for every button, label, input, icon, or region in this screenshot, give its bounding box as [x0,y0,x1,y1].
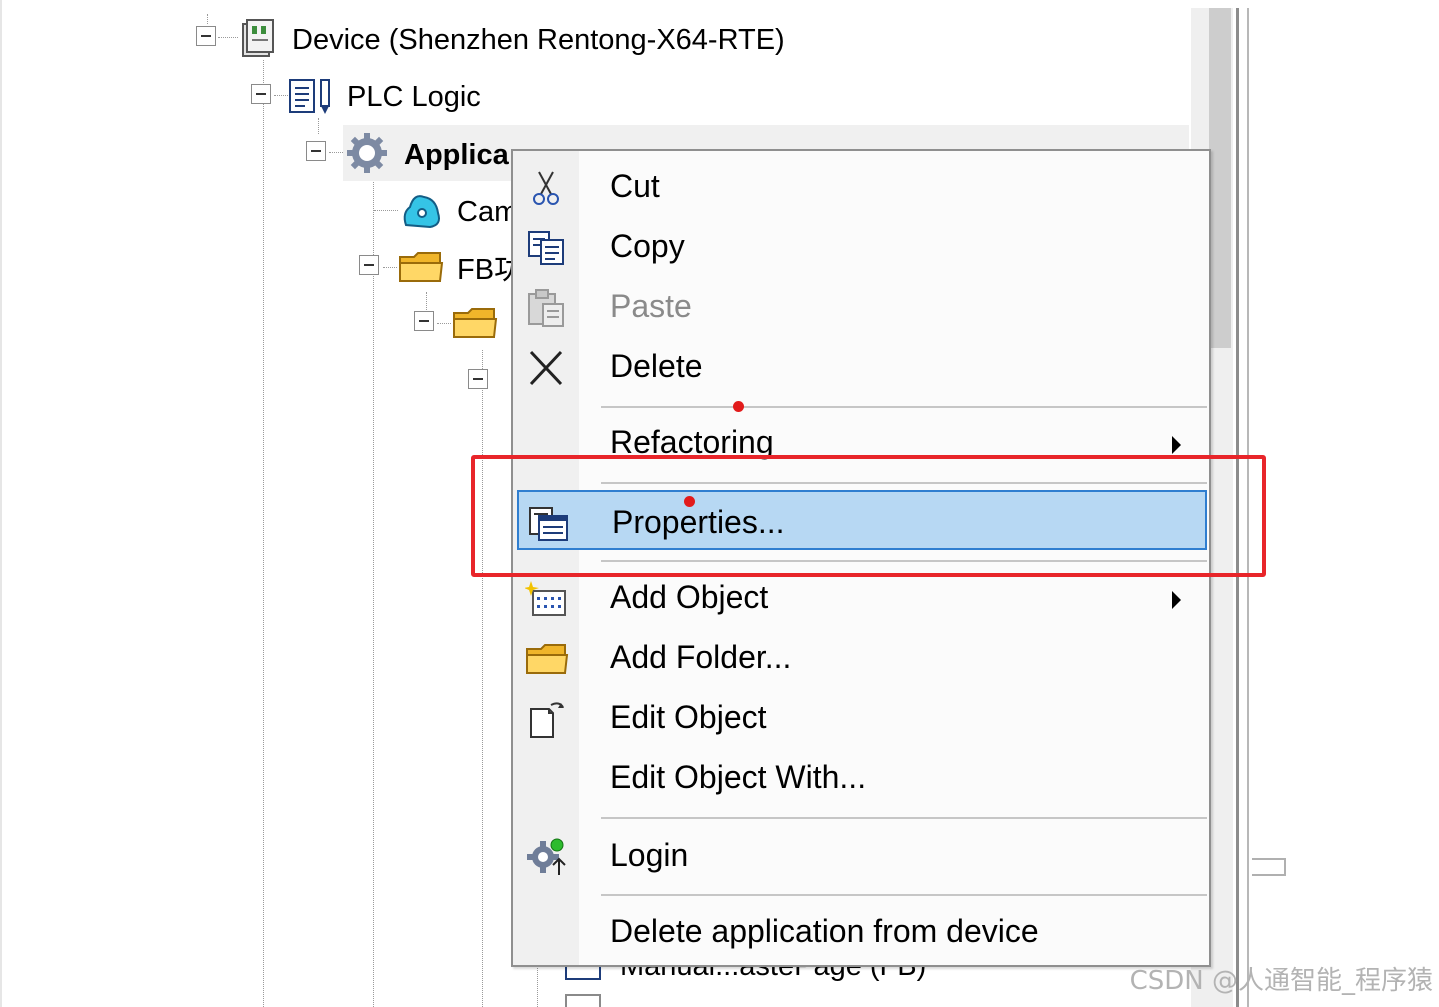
tree-line [274,95,288,96]
tree-node-plc-logic-label[interactable]: PLC Logic [347,79,481,115]
folder-icon [525,639,569,679]
submenu-arrow-icon [1172,436,1181,454]
login-icon [525,837,569,877]
add-object-icon [524,579,569,619]
collapse-toggle[interactable] [414,311,434,331]
cam-icon [400,189,444,231]
copy-icon [525,228,569,268]
menu-separator [601,817,1207,819]
menu-item-login[interactable]: Login [513,825,1209,885]
menu-item-label: Edit Object With... [610,759,867,795]
tree-node-device-label[interactable]: Device (Shenzhen Rentong-X64-RTE) [292,22,785,58]
scrollbar-thumb[interactable] [1209,8,1231,348]
collapse-toggle[interactable] [251,84,271,104]
scissors-icon [525,168,569,208]
collapse-toggle[interactable] [468,369,488,389]
menu-item-cut[interactable]: Cut [513,156,1209,216]
tree-line [218,37,238,38]
menu-item-label: Login [610,837,689,873]
menu-item-label: Cut [610,168,660,204]
menu-item-delete-application[interactable]: Delete application from device [513,901,1209,961]
menu-item-delete[interactable]: Delete [513,336,1209,396]
watermark: CSDN @人通智能_程序猿 [1129,966,1433,996]
folder-icon [452,305,498,341]
tree-line [437,323,451,324]
menu-separator [601,894,1207,896]
menu-item-edit-object[interactable]: Edit Object [513,687,1209,747]
annotation-highlight-box [471,455,1266,577]
tree-line [482,350,483,1007]
tree-line [207,14,208,24]
menu-item-label: Add Object [610,579,769,615]
splitter-handle[interactable] [1252,858,1286,876]
menu-separator [601,406,1207,408]
menu-item-edit-object-with[interactable]: Edit Object With... [513,747,1209,807]
annotation-dot [733,401,744,412]
delete-x-icon [525,348,569,388]
tree-node-application-label[interactable]: Applica [404,137,509,173]
tree-line [263,60,264,1007]
tree-line [329,152,343,153]
menu-item-label: Delete [610,348,703,384]
collapse-toggle[interactable] [196,26,216,46]
menu-item-label: Add Folder... [610,639,792,675]
collapse-toggle[interactable] [359,255,379,275]
tree-node-cam-label[interactable]: Cam [457,194,518,230]
collapse-toggle[interactable] [306,141,326,161]
tree-line [383,267,397,268]
application-gear-icon [345,131,389,175]
menu-item-label: Delete application from device [610,913,1039,949]
edit-object-icon [525,699,569,739]
tree-line [374,210,398,211]
tree-line [318,118,319,134]
menu-item-paste[interactable]: Paste [513,276,1209,336]
menu-item-label: Paste [610,288,692,324]
plc-logic-icon [288,76,336,116]
tree-line [373,175,374,1007]
device-icon [240,18,276,58]
menu-item-label: Copy [610,228,685,264]
menu-item-add-folder[interactable]: Add Folder... [513,627,1209,687]
tree-line [537,965,538,1007]
paste-icon [525,288,569,328]
pou-icon [565,994,601,1007]
annotation-dot [684,496,695,507]
submenu-arrow-icon [1172,591,1181,609]
menu-item-label: Edit Object [610,699,767,735]
folder-icon [398,249,444,285]
tree-line [426,292,427,312]
menu-item-copy[interactable]: Copy [513,216,1209,276]
